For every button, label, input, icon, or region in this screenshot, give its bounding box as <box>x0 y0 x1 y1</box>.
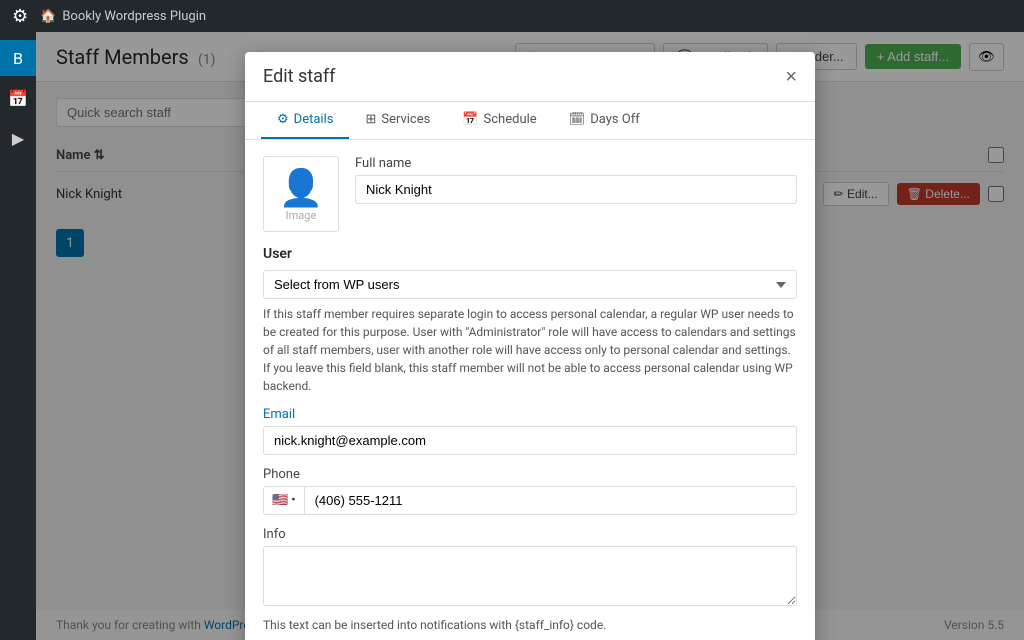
email-group: Email <box>263 407 797 455</box>
site-name: 🏠 Bookly Wordpress Plugin <box>40 9 206 24</box>
calendar-icon: 📅 <box>462 112 478 127</box>
main-content: Staff Members (1) ★ Feature requests 💬 F… <box>36 32 1024 640</box>
info-label: Info <box>263 527 797 542</box>
full-name-label: Full name <box>355 156 797 171</box>
modal-body: 👤 Image Full name User Select from WP us… <box>245 140 815 640</box>
sidebar: B 📅 ▶ <box>0 32 36 640</box>
tab-schedule[interactable]: 📅 Schedule <box>446 102 552 139</box>
flag-icon: 🇺🇸 <box>272 493 288 508</box>
user-select[interactable]: Select from WP users <box>263 270 797 299</box>
person-icon: 👤 <box>279 167 324 209</box>
daysoff-icon: 🗓 <box>569 112 586 127</box>
full-name-group: Full name <box>355 156 797 204</box>
modal-header: Edit staff × <box>245 52 815 102</box>
info-help-text: This text can be inserted into notificat… <box>263 616 797 634</box>
email-input[interactable] <box>263 426 797 455</box>
phone-flag-selector[interactable]: 🇺🇸 • <box>264 487 305 514</box>
settings-icon: ⚙ <box>277 112 289 127</box>
sidebar-icon-arrow[interactable]: ▶ <box>0 120 36 156</box>
user-help-text: If this staff member requires separate l… <box>263 305 797 395</box>
modal-tabs: ⚙ Details ⊞ Services 📅 Schedule 🗓 Days O… <box>245 102 815 140</box>
tab-details[interactable]: ⚙ Details <box>261 102 349 139</box>
avatar-name-row: 👤 Image Full name <box>263 156 797 232</box>
user-section-label: User <box>263 246 797 262</box>
tab-services[interactable]: ⊞ Services <box>349 102 446 139</box>
layout: B 📅 ▶ Staff Members (1) ★ Feature reques… <box>0 32 1024 640</box>
info-group: Info This text can be inserted into noti… <box>263 527 797 634</box>
phone-input-row: 🇺🇸 • <box>263 486 797 515</box>
full-name-input[interactable] <box>355 175 797 204</box>
edit-staff-modal: Edit staff × ⚙ Details ⊞ Services 📅 <box>245 52 815 640</box>
info-textarea[interactable] <box>263 546 797 606</box>
sidebar-icon-calendar[interactable]: 📅 <box>0 80 36 116</box>
modal-title: Edit staff <box>263 66 335 87</box>
modal-overlay[interactable]: Edit staff × ⚙ Details ⊞ Services 📅 <box>36 32 1024 640</box>
email-label: Email <box>263 407 797 422</box>
sidebar-icon-bookly[interactable]: B <box>0 40 36 76</box>
phone-input[interactable] <box>305 487 796 514</box>
phone-group: Phone 🇺🇸 • <box>263 467 797 515</box>
grid-icon: ⊞ <box>365 112 376 127</box>
modal-close-button[interactable]: × <box>785 67 797 87</box>
wp-logo: ⚙ <box>12 6 28 27</box>
admin-bar: ⚙ 🏠 Bookly Wordpress Plugin <box>0 0 1024 32</box>
phone-label: Phone <box>263 467 797 482</box>
avatar-upload[interactable]: 👤 Image <box>263 156 339 232</box>
tab-daysoff[interactable]: 🗓 Days Off <box>553 102 656 139</box>
